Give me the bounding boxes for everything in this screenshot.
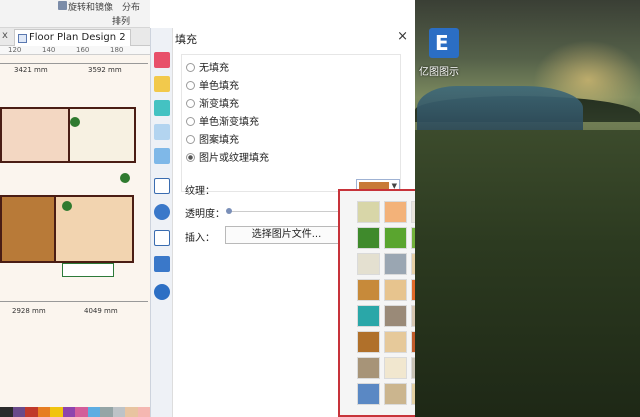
transparency-label: 透明度： [185,209,225,220]
room-bedroom-1[interactable] [0,195,56,263]
dimension-label: 3421 mm [14,66,48,74]
radio-icon[interactable] [186,135,195,144]
floor-plan-editor: 旋转和镜像 分布 排列 x Floor Plan Design 2 120 14… [0,0,150,417]
ribbon: 旋转和镜像 分布 排列 [0,0,150,28]
room-living[interactable] [68,107,136,163]
line-icon[interactable] [154,76,170,92]
option-single-gradient-fill[interactable]: 单色渐变填充 [186,113,259,128]
ruler-tick: 140 [42,46,56,54]
drawing-canvas[interactable]: 3421 mm 3592 mm 2928 mm 4049 mm [0,55,150,407]
texture-swatch[interactable] [357,383,380,405]
texture-swatch[interactable] [357,201,380,223]
dimension-label: 2928 mm [12,307,46,315]
texture-swatch[interactable] [357,253,380,275]
texture-swatch[interactable] [384,305,407,327]
texture-swatch[interactable] [384,331,407,353]
edraw-app-icon[interactable]: E [429,28,459,58]
layer-icon[interactable] [154,148,170,164]
field [415,130,640,417]
option-picture-texture-fill[interactable]: 图片或纹理填充 [186,149,269,164]
texture-label: 纹理： [185,186,215,197]
dimension-label: 3592 mm [88,66,122,74]
color-palette-strip[interactable] [0,407,150,417]
balcony [62,263,114,277]
distribute-button[interactable]: 分布 [122,0,140,13]
tab-title: Floor Plan Design 2 [29,32,126,43]
ruler-tick: 180 [110,46,124,54]
select-image-file-button[interactable]: 选择图片文件... [225,226,348,244]
plant-icon [120,173,130,183]
ruler-tick: 160 [76,46,90,54]
option-gradient-fill[interactable]: 渐变填充 [186,95,239,110]
fill-options: 无填充 单色填充 渐变填充 单色渐变填充 图案填充 图片或纹理填充 [181,54,401,192]
texture-swatch[interactable] [357,227,380,249]
texture-swatch[interactable] [384,201,407,223]
comment-icon[interactable] [154,256,170,272]
option-solid-fill[interactable]: 单色填充 [186,77,239,92]
side-toolbar [150,28,172,417]
fill-icon[interactable] [154,52,170,68]
texture-swatch[interactable] [357,279,380,301]
rotate-icon[interactable] [58,1,67,10]
desktop-icon-label[interactable]: 亿图图示 [419,63,479,78]
edit-page-icon[interactable] [154,230,170,246]
insert-label: 插入： [185,233,215,244]
option-pattern-fill[interactable]: 图案填充 [186,131,239,146]
transparency-slider[interactable] [228,211,338,212]
texture-swatch[interactable] [384,227,407,249]
ruler-tick: 120 [8,46,22,54]
plant-icon [62,201,72,211]
document-icon [18,34,27,43]
tab-floor-plan-design-2[interactable]: Floor Plan Design 2 [14,29,131,46]
panel-title: 填充 [175,33,197,46]
transparency-slider-knob[interactable] [226,208,232,214]
ribbon-group-arrange: 排列 [112,17,131,27]
close-tab-icon[interactable]: x [2,30,8,41]
shadow-icon[interactable] [154,100,170,116]
radio-icon[interactable] [186,63,195,72]
texture-swatch[interactable] [384,253,407,275]
room-kitchen[interactable] [0,107,70,163]
globe-icon[interactable] [154,204,170,220]
radio-icon[interactable] [186,81,195,90]
page-icon[interactable] [154,178,170,194]
texture-swatch[interactable] [384,279,407,301]
image-icon[interactable] [154,124,170,140]
texture-swatch[interactable] [357,357,380,379]
option-no-fill[interactable]: 无填充 [186,59,229,74]
texture-swatch[interactable] [384,357,407,379]
dimension-line [0,63,148,64]
texture-swatch[interactable] [357,331,380,353]
close-icon[interactable]: × [397,29,408,44]
panel-header: 填充 × [155,28,416,48]
edraw-logo-icon: E [435,31,449,55]
help-icon[interactable] [154,284,170,300]
dimension-label: 4049 mm [84,307,118,315]
radio-icon[interactable] [186,117,195,126]
desktop-background: E 亿图图示 [415,0,640,417]
texture-swatch[interactable] [384,383,407,405]
rotate-mirror-button[interactable]: 旋转和镜像 [68,0,113,13]
radio-icon[interactable] [186,99,195,108]
radio-selected-icon[interactable] [186,153,195,162]
horizontal-ruler: 120 140 160 180 [0,46,150,55]
plant-icon [70,117,80,127]
document-tabbar: x Floor Plan Design 2 [0,28,150,46]
texture-swatch[interactable] [357,305,380,327]
greenhouse [417,86,583,134]
dimension-line [0,301,148,302]
